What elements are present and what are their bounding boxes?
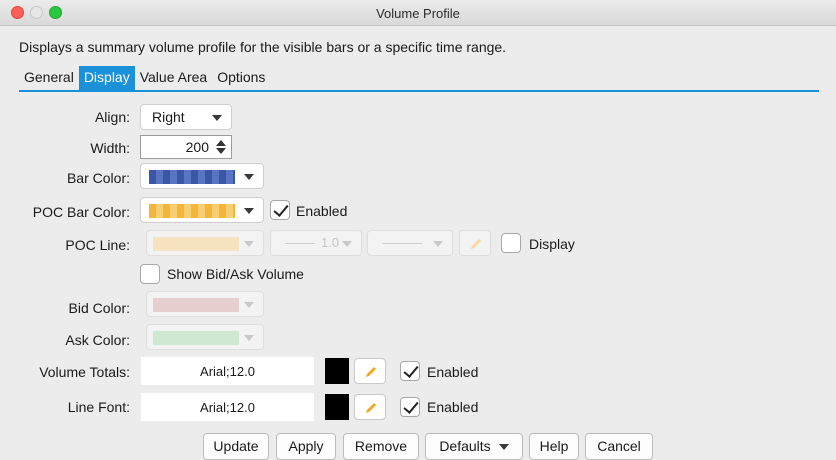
line-font-label: Line Font: (67, 399, 130, 415)
chevron-down-icon (498, 444, 509, 451)
bar-color-select[interactable] (140, 163, 264, 189)
tab-display[interactable]: Display (78, 66, 135, 90)
poc-bar-color-swatch (149, 204, 235, 218)
pencil-icon (471, 239, 481, 249)
poc-line-color-select[interactable] (146, 230, 264, 256)
defaults-label: Defaults (439, 438, 491, 454)
volume-totals-enabled-label: Enabled (427, 364, 479, 380)
width-value: 200 (185, 139, 209, 155)
tab-value-area[interactable]: Value Area (135, 66, 212, 90)
chevron-down-icon (212, 115, 222, 121)
window-title: Volume Profile (376, 6, 460, 21)
poc-line-display-label: Display (529, 236, 575, 252)
line-style-swatch (382, 243, 422, 244)
show-bid-ask-label: Show Bid/Ask Volume (167, 266, 304, 282)
volume-totals-enabled-checkbox[interactable] (400, 361, 420, 381)
chevron-down-icon (244, 302, 254, 308)
poc-line-display-checkbox[interactable] (501, 233, 521, 253)
line-font-enabled-checkbox[interactable] (400, 397, 420, 417)
line-font-edit-button[interactable] (354, 394, 386, 420)
bid-color-swatch (153, 298, 239, 312)
tab-general[interactable]: General (19, 66, 79, 90)
poc-line-edit-button[interactable] (459, 230, 491, 256)
volume-totals-edit-button[interactable] (354, 358, 386, 384)
width-label: Width: (90, 140, 130, 156)
poc-line-width-value: 1.0 (321, 235, 340, 250)
remove-button[interactable]: Remove (343, 433, 419, 460)
update-button[interactable]: Update (203, 433, 269, 460)
poc-bar-color-select[interactable] (140, 197, 264, 223)
line-font-enabled-label: Enabled (427, 399, 479, 415)
help-button[interactable]: Help (529, 433, 579, 460)
chevron-down-icon (244, 241, 254, 247)
pencil-icon (366, 367, 376, 377)
line-width-swatch (285, 243, 315, 244)
align-value: Right (152, 109, 185, 125)
volume-totals-font-field[interactable]: Arial;12.0 (140, 356, 315, 386)
chevron-down-icon (342, 241, 352, 247)
stepper-arrows-icon[interactable] (216, 139, 226, 155)
align-select[interactable]: Right (140, 104, 232, 130)
bid-color-label: Bid Color: (68, 300, 130, 316)
tab-underline (19, 90, 819, 92)
poc-bar-enabled-label: Enabled (296, 203, 348, 219)
defaults-button[interactable]: Defaults (425, 433, 523, 460)
poc-line-color-swatch (153, 237, 239, 251)
ask-color-select[interactable] (146, 324, 264, 350)
volume-profile-dialog: Volume Profile Displays a summary volume… (0, 0, 836, 460)
poc-line-label: POC Line: (65, 237, 130, 253)
description-text: Displays a summary volume profile for th… (19, 39, 507, 55)
pencil-icon (366, 403, 376, 413)
show-bid-ask-checkbox[interactable] (140, 264, 160, 284)
chevron-down-icon (244, 335, 254, 341)
volume-totals-label: Volume Totals: (39, 364, 130, 380)
poc-line-style-select[interactable] (367, 230, 453, 256)
width-spinner[interactable]: 200 (140, 135, 232, 159)
bid-color-select[interactable] (146, 291, 264, 317)
line-font-color-swatch[interactable] (325, 394, 349, 420)
poc-bar-color-label: POC Bar Color: (32, 204, 130, 220)
bar-color-label: Bar Color: (66, 170, 130, 186)
chevron-down-icon (244, 208, 254, 214)
tab-bar: General Display Value Area Options (19, 66, 270, 90)
ask-color-label: Ask Color: (65, 332, 130, 348)
chevron-down-icon (244, 174, 254, 180)
cancel-button[interactable]: Cancel (585, 433, 653, 460)
poc-line-width-select[interactable]: 1.0 (270, 230, 362, 256)
line-font-field[interactable]: Arial;12.0 (140, 392, 315, 422)
title-bar: Volume Profile (0, 0, 836, 26)
bar-color-swatch (149, 170, 235, 184)
align-label: Align: (94, 109, 130, 125)
tab-options[interactable]: Options (212, 66, 270, 90)
apply-button[interactable]: Apply (276, 433, 336, 460)
chevron-down-icon (433, 241, 443, 247)
poc-bar-enabled-checkbox[interactable] (270, 200, 290, 220)
volume-totals-color-swatch[interactable] (325, 358, 349, 384)
ask-color-swatch (153, 331, 239, 345)
